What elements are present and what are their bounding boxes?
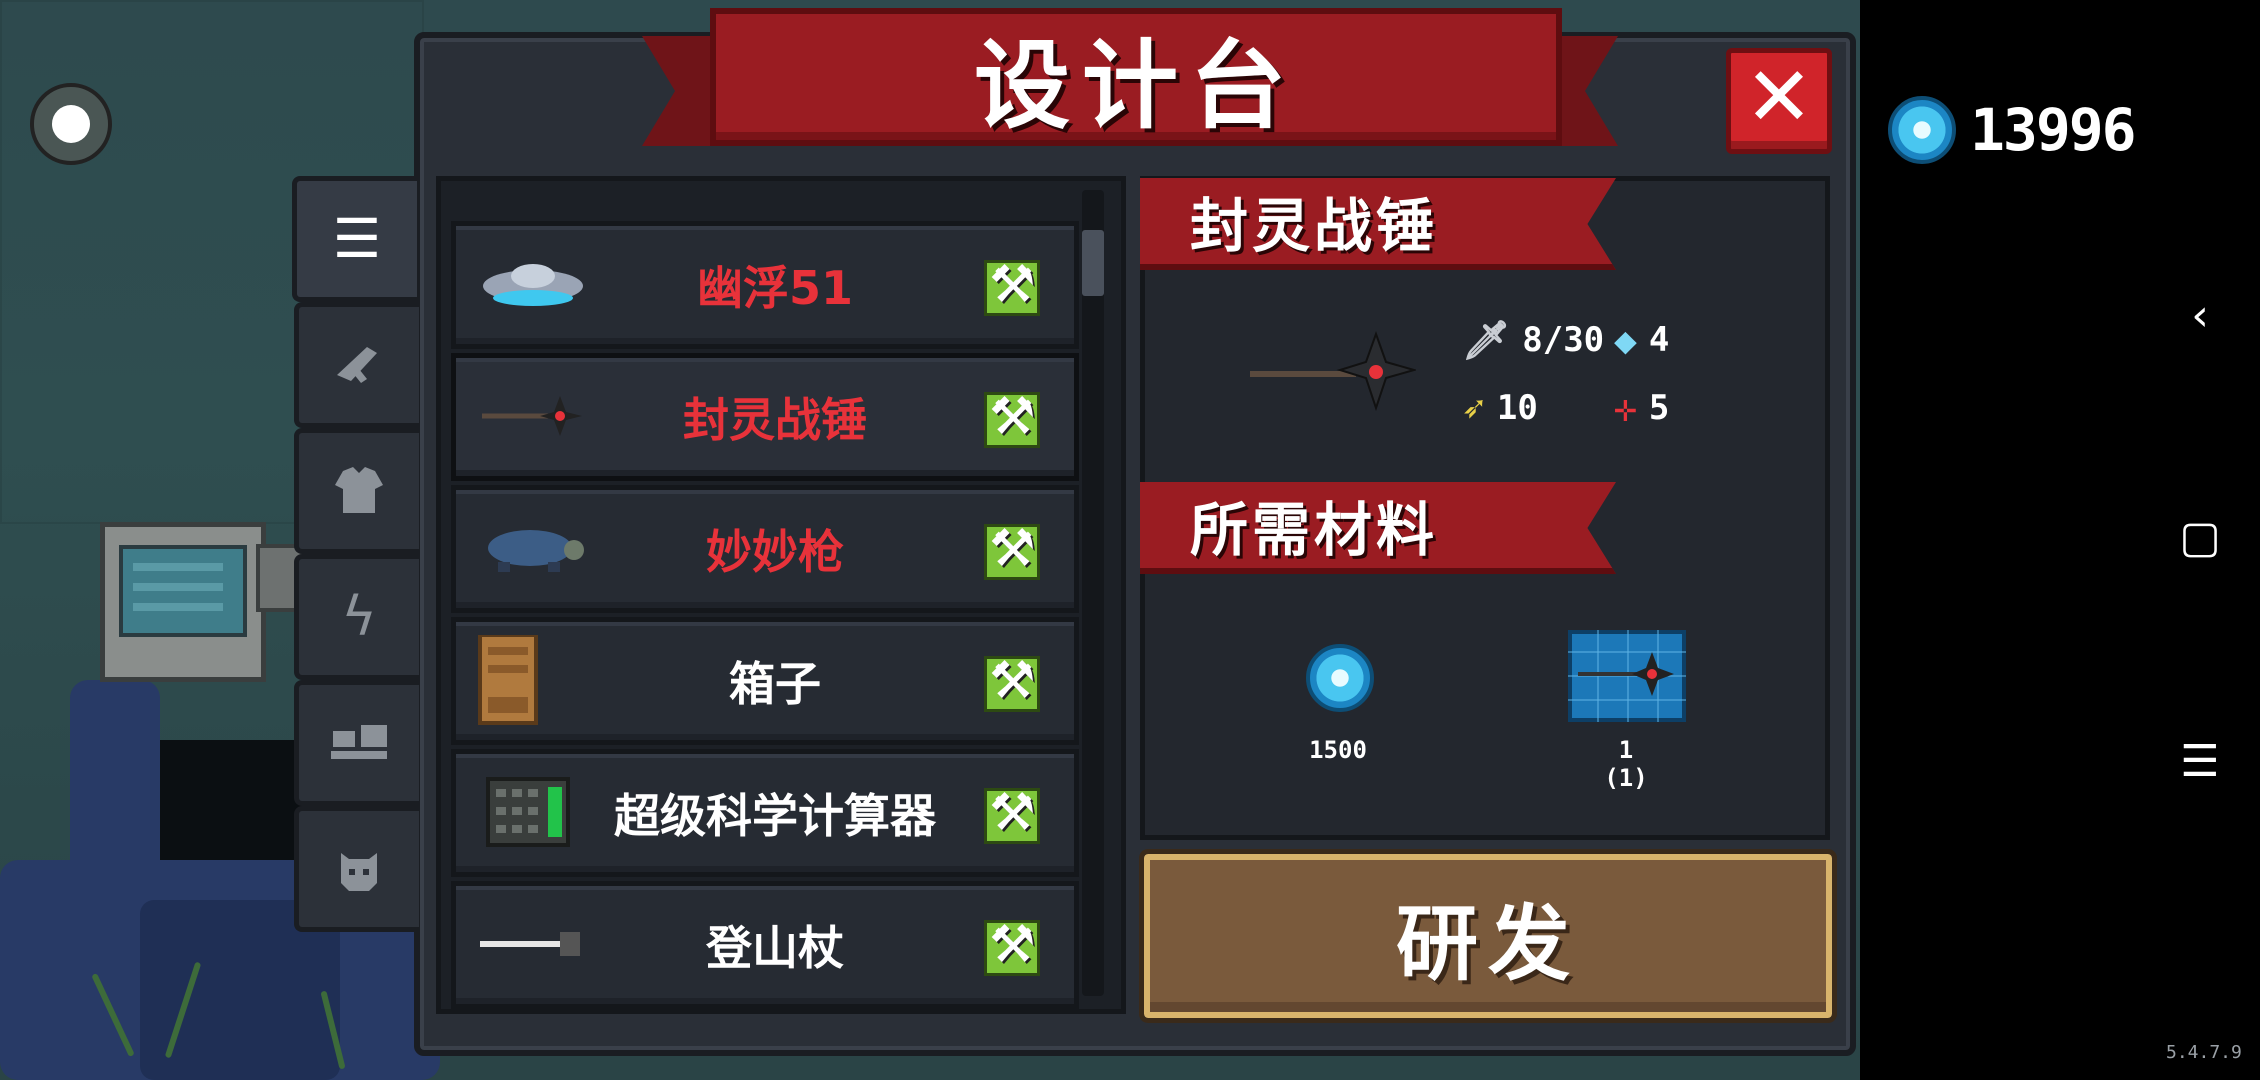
lightning-icon: ϟ	[341, 585, 377, 648]
tab-weapons[interactable]	[294, 302, 419, 428]
home-nav-icon[interactable]: ▢	[2170, 516, 2230, 560]
detail-title: 封灵战锤	[1190, 192, 1439, 260]
speed-icon: ➶	[1462, 386, 1485, 430]
close-icon: ✕	[1744, 50, 1814, 145]
ufo-icon	[478, 248, 588, 320]
materials-title: 所需材料	[1190, 496, 1439, 564]
item-name: 妙妙枪	[706, 525, 844, 579]
furniture-icon	[331, 725, 387, 759]
material-blueprint-owned: (1)	[1604, 764, 1648, 792]
craft-hammer-icon	[984, 783, 1040, 844]
sword-icon: 🗡	[1462, 318, 1511, 362]
tab-armor[interactable]	[294, 428, 419, 554]
craft-hammer-icon	[984, 255, 1040, 316]
list-item-hiking-stick[interactable]: 登山杖	[451, 881, 1079, 1009]
tab-skills[interactable]: ϟ	[294, 554, 419, 680]
energy-crystal-icon: ◆	[1614, 318, 1637, 362]
recents-nav-icon[interactable]: ☰	[2170, 740, 2230, 784]
title-banner: 设计台	[642, 8, 1618, 146]
gem-amount: 13996	[1970, 96, 2137, 164]
research-button-label: 研发	[1395, 896, 1580, 992]
list-icon: ☰	[332, 207, 382, 270]
item-name: 超级科学计算器	[614, 789, 936, 843]
monitor-prop	[100, 522, 266, 682]
tab-all[interactable]: ☰	[292, 176, 417, 302]
craft-hammer-icon	[984, 915, 1040, 976]
selected-item-preview	[1250, 331, 1416, 412]
blueprint-icon	[1568, 630, 1686, 722]
craft-hammer-icon	[984, 651, 1040, 712]
material-blueprint-amount: 1	[1618, 736, 1634, 764]
pet-icon	[341, 853, 377, 891]
box-icon	[478, 635, 588, 725]
hammer-icon	[478, 380, 588, 452]
list-item-ufo[interactable]: 幽浮51	[451, 221, 1079, 349]
close-button[interactable]: ✕	[1726, 48, 1832, 154]
tab-furniture[interactable]	[294, 680, 419, 806]
craft-hammer-icon	[984, 387, 1040, 448]
stat-energy-value: 4	[1648, 320, 1670, 360]
gem-icon	[1306, 644, 1374, 712]
stick-icon	[478, 908, 588, 980]
item-name: 箱子	[729, 657, 821, 711]
research-button[interactable]: 研发	[1139, 849, 1837, 1023]
item-name: 登山杖	[706, 921, 844, 975]
list-item-hammer[interactable]: 封灵战锤	[451, 353, 1079, 481]
stat-crit: ✛ 5	[1614, 388, 1669, 428]
turtle-gun-icon	[478, 512, 588, 584]
stat-damage: 🗡 8/30	[1462, 320, 1604, 360]
armor-icon	[335, 467, 383, 513]
version-label: 5.4.7.9	[2166, 1042, 2242, 1063]
item-name: 幽浮51	[696, 261, 853, 315]
stat-energy: ◆ 4	[1614, 320, 1669, 360]
item-name: 封灵战锤	[683, 393, 867, 447]
list-item-box[interactable]: 箱子	[451, 617, 1079, 745]
list-scrollbar[interactable]	[1082, 190, 1104, 996]
window-title: 设计台	[974, 29, 1298, 142]
blueprint-list[interactable]: 幽浮51 封灵战锤 妙妙枪 箱子 超级科学计算器 登山杖	[436, 176, 1126, 1014]
detail-title-ribbon: 封灵战锤	[1140, 178, 1616, 270]
list-item-turtle-gun[interactable]: 妙妙枪	[451, 485, 1079, 613]
stat-speed: ➶ 10	[1462, 388, 1538, 428]
calculator-icon	[478, 776, 588, 848]
materials-ribbon: 所需材料	[1140, 482, 1616, 574]
back-nav-icon[interactable]: ‹	[2170, 294, 2230, 338]
list-item-calculator[interactable]: 超级科学计算器	[451, 749, 1079, 877]
scroll-thumb[interactable]	[1082, 230, 1104, 296]
gem-icon	[1888, 96, 1956, 164]
crosshair-icon: ✛	[1614, 386, 1637, 430]
menu-toggle-button[interactable]	[30, 83, 112, 165]
gun-icon	[337, 347, 377, 383]
stat-speed-value: 10	[1496, 388, 1538, 428]
craft-hammer-icon	[984, 519, 1040, 580]
stat-crit-value: 5	[1648, 388, 1670, 428]
stat-damage-value: 8/30	[1522, 320, 1605, 360]
material-gem-amount: 1500	[1309, 736, 1367, 764]
gem-currency: 13996	[1888, 96, 2137, 164]
tab-pets[interactable]	[294, 806, 419, 932]
